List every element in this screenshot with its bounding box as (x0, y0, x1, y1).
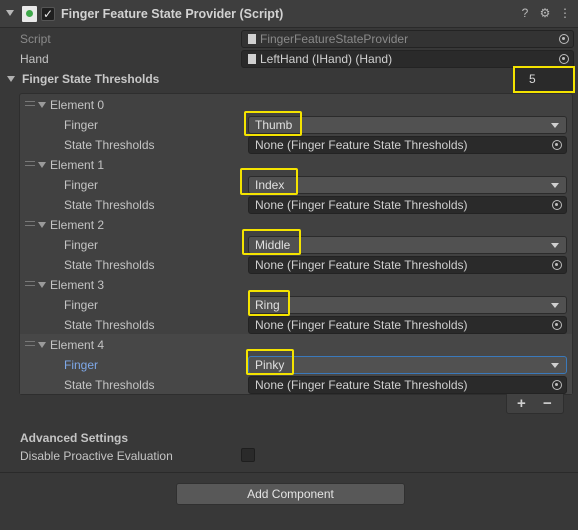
thresholds-list: Element 0 Finger Thumb State Thresholds … (19, 93, 573, 395)
dropdown-arrow-icon (551, 303, 559, 308)
script-field: FingerFeatureStateProvider (241, 30, 574, 48)
divider (0, 472, 578, 473)
thresholds-foldout-icon[interactable] (7, 76, 15, 82)
element-title[interactable]: Element 3 (50, 278, 104, 292)
drag-handle-icon[interactable] (25, 281, 35, 286)
state-thresholds-label: State Thresholds (64, 318, 155, 332)
state-thresholds-label: State Thresholds (64, 138, 155, 152)
state-thresholds-label: State Thresholds (64, 258, 155, 272)
state-thresholds-field[interactable]: None (Finger Feature State Thresholds) (248, 316, 567, 334)
component-foldout-icon[interactable] (6, 10, 14, 16)
component-enabled-checkbox[interactable]: ✓ (41, 7, 55, 21)
finger-label: Finger (64, 118, 99, 132)
element-foldout-icon[interactable] (38, 342, 46, 348)
state-thresholds-value: None (Finger Feature State Thresholds) (255, 318, 468, 332)
element-title[interactable]: Element 2 (50, 218, 104, 232)
advanced-settings-title: Advanced Settings (20, 431, 129, 445)
script-label: Script (20, 32, 51, 46)
finger-dropdown[interactable]: Middle (248, 236, 567, 254)
list-element: Element 2 Finger Middle State Thresholds… (20, 214, 572, 274)
finger-value: Pinky (255, 358, 285, 372)
list-element: Element 0 Finger Thumb State Thresholds … (20, 94, 572, 154)
thresholds-title[interactable]: Finger State Thresholds (22, 72, 159, 86)
hand-value: LeftHand (IHand) (Hand) (260, 52, 393, 66)
finger-label: Finger (64, 298, 99, 312)
element-title[interactable]: Element 1 (50, 158, 104, 172)
state-thresholds-field[interactable]: None (Finger Feature State Thresholds) (248, 376, 567, 394)
dropdown-arrow-icon (551, 243, 559, 248)
disable-proactive-checkbox[interactable] (241, 448, 255, 462)
state-thresholds-field[interactable]: None (Finger Feature State Thresholds) (248, 196, 567, 214)
component-header[interactable]: ✓ Finger Feature State Provider (Script)… (0, 0, 578, 28)
list-footer: + − (506, 394, 564, 414)
element-foldout-icon[interactable] (38, 222, 46, 228)
drag-handle-icon[interactable] (25, 341, 35, 346)
add-component-button[interactable]: Add Component (176, 483, 405, 505)
object-picker-icon[interactable] (559, 54, 569, 64)
drag-handle-icon[interactable] (25, 221, 35, 226)
hand-label: Hand (20, 52, 49, 66)
finger-label: Finger (64, 358, 99, 372)
element-foldout-icon[interactable] (38, 282, 46, 288)
dropdown-arrow-icon (551, 363, 559, 368)
state-thresholds-label: State Thresholds (64, 378, 155, 392)
state-thresholds-field[interactable]: None (Finger Feature State Thresholds) (248, 256, 567, 274)
dropdown-arrow-icon (551, 123, 559, 128)
hand-object-icon (248, 54, 256, 64)
state-thresholds-value: None (Finger Feature State Thresholds) (255, 198, 468, 212)
list-element-selected: Element 4 Finger Pinky State Thresholds … (20, 334, 572, 394)
finger-label: Finger (64, 238, 99, 252)
disable-proactive-label: Disable Proactive Evaluation (20, 449, 173, 463)
finger-value: Ring (255, 298, 280, 312)
dropdown-arrow-icon (551, 183, 559, 188)
finger-value: Index (255, 178, 285, 192)
object-picker-icon[interactable] (552, 380, 562, 390)
finger-dropdown[interactable]: Pinky (248, 356, 567, 374)
preset-settings-icon[interactable]: ⚙ (538, 6, 552, 20)
element-foldout-icon[interactable] (38, 102, 46, 108)
element-title[interactable]: Element 0 (50, 98, 104, 112)
finger-dropdown[interactable]: Index (248, 176, 567, 194)
finger-value: Thumb (255, 118, 293, 132)
drag-handle-icon[interactable] (25, 101, 35, 106)
object-picker-icon[interactable] (552, 140, 562, 150)
object-picker-icon (559, 34, 569, 44)
script-value: FingerFeatureStateProvider (260, 32, 409, 46)
finger-dropdown[interactable]: Thumb (248, 116, 567, 134)
help-icon[interactable]: ? (518, 6, 532, 20)
element-foldout-icon[interactable] (38, 162, 46, 168)
object-picker-icon[interactable] (552, 200, 562, 210)
finger-dropdown[interactable]: Ring (248, 296, 567, 314)
object-picker-icon[interactable] (552, 320, 562, 330)
add-element-button[interactable]: + (517, 395, 526, 412)
finger-value: Middle (255, 238, 291, 252)
element-title[interactable]: Element 4 (50, 338, 104, 352)
script-file-icon (248, 34, 256, 44)
state-thresholds-value: None (Finger Feature State Thresholds) (255, 138, 468, 152)
script-icon (22, 6, 37, 22)
finger-label: Finger (64, 178, 99, 192)
state-thresholds-value: None (Finger Feature State Thresholds) (255, 378, 468, 392)
list-element: Element 1 Finger Index State Thresholds … (20, 154, 572, 214)
state-thresholds-label: State Thresholds (64, 198, 155, 212)
list-element: Element 3 Finger Ring State Thresholds N… (20, 274, 572, 334)
more-options-icon[interactable]: ⋮ (558, 6, 572, 20)
drag-handle-icon[interactable] (25, 161, 35, 166)
list-size-field[interactable]: 5 (513, 66, 575, 93)
component-title: Finger Feature State Provider (Script) (61, 7, 284, 21)
state-thresholds-field[interactable]: None (Finger Feature State Thresholds) (248, 136, 567, 154)
remove-element-button[interactable]: − (543, 395, 552, 412)
object-picker-icon[interactable] (552, 260, 562, 270)
state-thresholds-value: None (Finger Feature State Thresholds) (255, 258, 468, 272)
